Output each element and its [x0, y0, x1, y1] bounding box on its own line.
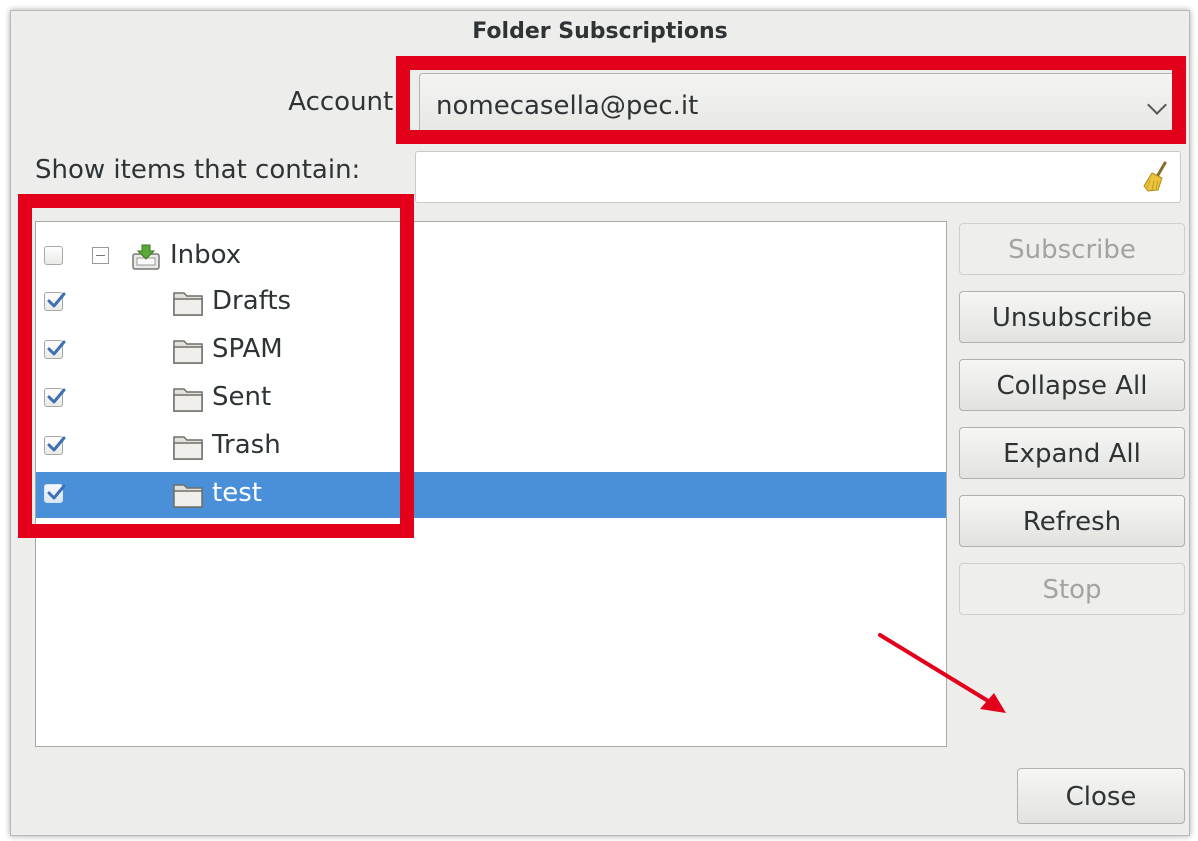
- account-dropdown[interactable]: nomecasella@pec.it: [419, 73, 1183, 141]
- subscribe-checkbox[interactable]: [44, 436, 66, 455]
- collapse-all-button[interactable]: Collapse All: [959, 359, 1185, 411]
- folder-icon: [172, 480, 204, 510]
- broom-icon[interactable]: [1138, 160, 1172, 194]
- subscribe-checkbox[interactable]: [44, 292, 66, 311]
- expand-all-button[interactable]: Expand All: [959, 427, 1185, 479]
- folder-name: Trash: [212, 430, 281, 460]
- unsubscribe-button[interactable]: Unsubscribe: [959, 291, 1185, 343]
- folder-name: Drafts: [212, 286, 292, 316]
- folder-name: Inbox: [170, 240, 242, 270]
- annotation-arrow-icon: [878, 633, 1006, 713]
- tree-row-sent[interactable]: Sent: [36, 376, 946, 422]
- folder-name: SPAM: [212, 334, 283, 364]
- subscribe-checkbox[interactable]: [44, 246, 63, 265]
- tree-row-trash[interactable]: Trash: [36, 424, 946, 470]
- subscribe-button[interactable]: Subscribe: [959, 223, 1185, 275]
- tree-row-spam[interactable]: SPAM: [36, 328, 946, 374]
- folder-icon: [172, 432, 204, 462]
- tree-row-drafts[interactable]: Drafts: [36, 280, 946, 326]
- subscribe-checkbox[interactable]: [44, 340, 66, 359]
- folder-icon: [172, 384, 204, 414]
- filter-label: Show items that contain:: [35, 155, 361, 185]
- subscribe-checkbox[interactable]: [44, 388, 66, 407]
- folder-name: test: [212, 478, 262, 508]
- folder-icon: [172, 288, 204, 318]
- chevron-down-icon: [1147, 95, 1167, 115]
- account-label: Account:: [288, 87, 402, 117]
- tree-row-inbox[interactable]: Inbox: [36, 234, 946, 280]
- inbox-icon: [130, 242, 162, 272]
- dialog-title: Folder Subscriptions: [472, 19, 728, 44]
- stop-button[interactable]: Stop: [959, 563, 1185, 615]
- close-button[interactable]: Close: [1017, 768, 1185, 824]
- folder-icon: [172, 336, 204, 366]
- folder-name: Sent: [212, 382, 272, 412]
- refresh-button[interactable]: Refresh: [959, 495, 1185, 547]
- collapse-icon[interactable]: [92, 247, 109, 264]
- subscribe-checkbox[interactable]: [44, 484, 66, 503]
- account-dropdown-value: nomecasella@pec.it: [436, 91, 699, 121]
- tree-row-test[interactable]: test: [36, 472, 946, 518]
- filter-input[interactable]: [415, 151, 1181, 203]
- folder-tree[interactable]: Inbox Drafts SPAM Sent Trash test: [35, 221, 947, 747]
